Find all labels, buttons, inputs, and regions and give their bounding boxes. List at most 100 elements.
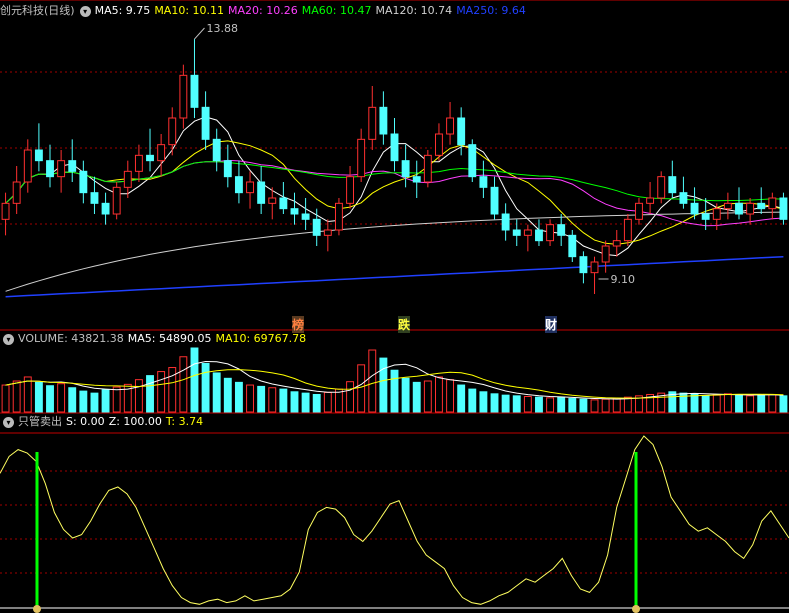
signal-dot — [632, 605, 640, 613]
candle-body — [501, 213, 510, 231]
stock-chart[interactable]: 13.88 9.10 — [0, 0, 789, 613]
volume-bar — [723, 393, 732, 413]
sell-indicator — [0, 435, 789, 613]
candle-body — [34, 149, 43, 162]
volume-bar — [368, 349, 377, 413]
volume-bar — [146, 375, 154, 413]
volume-bar — [435, 376, 443, 413]
volume-bar — [701, 395, 710, 413]
low-price-label: 9.10 — [611, 273, 636, 286]
volume-bar — [568, 398, 577, 413]
candle-body — [212, 138, 221, 162]
volume-bar — [101, 389, 110, 413]
volume-bar — [290, 391, 299, 413]
volume-bar — [757, 394, 766, 413]
candle-body — [357, 138, 366, 178]
volume-bar — [223, 377, 232, 413]
volume-bar — [157, 371, 166, 413]
volume-bar — [1, 384, 10, 413]
candle-body — [290, 208, 299, 215]
volume-bar — [246, 384, 254, 413]
volume-bar — [379, 357, 388, 413]
volume-bar — [546, 397, 555, 413]
high-leader — [194, 27, 205, 40]
candle-body — [90, 192, 99, 204]
candle-body — [568, 234, 577, 258]
volume-bar — [601, 398, 610, 413]
volume-bar — [457, 384, 466, 413]
volume-bar — [357, 364, 366, 413]
volume-bar — [46, 385, 54, 413]
candle-body — [579, 256, 588, 274]
signal-dot — [33, 605, 41, 613]
sell-indicator-line — [0, 435, 789, 605]
candle-body — [635, 202, 643, 220]
event-marker-die[interactable]: 跌 — [398, 316, 411, 333]
candle-body — [412, 176, 421, 183]
candle-body — [257, 181, 266, 204]
candle-body — [423, 154, 432, 183]
volume-bar — [412, 381, 421, 413]
candle-body — [668, 176, 677, 194]
volume-bar — [579, 398, 588, 413]
event-marker-bang[interactable]: 榜 — [292, 316, 305, 333]
candle-body — [390, 133, 399, 162]
candle-body — [346, 176, 354, 204]
volume-bar — [401, 377, 410, 413]
volume-bar — [735, 393, 743, 413]
candle-body — [279, 197, 288, 210]
volume-bar — [390, 369, 399, 413]
candle-body — [679, 192, 688, 204]
volume-bar — [12, 380, 21, 413]
candlestick-series — [1, 27, 788, 294]
candle-body — [446, 117, 455, 135]
volume-bar — [523, 396, 532, 413]
candle-body — [646, 197, 655, 204]
candle-body — [712, 208, 721, 220]
candle-body — [546, 224, 555, 242]
volume-bar — [257, 385, 266, 413]
candle-body — [768, 197, 777, 210]
candle-body — [735, 202, 743, 215]
candle-body — [179, 74, 188, 119]
candle-body — [134, 154, 143, 172]
ma-line-250 — [5, 255, 784, 298]
volume-bar — [479, 391, 488, 413]
candle-body — [123, 170, 132, 188]
candle-body — [435, 133, 443, 156]
candle-body — [334, 202, 343, 231]
candle-body — [1, 202, 10, 220]
volume-bar — [768, 393, 777, 413]
candle-body — [79, 170, 88, 194]
volume-bar — [279, 388, 288, 413]
volume-bar — [323, 391, 332, 413]
candle-body — [112, 186, 121, 215]
candle-body — [190, 74, 199, 108]
volume-bar — [23, 376, 32, 413]
volume-bar — [234, 381, 243, 413]
event-marker-cai[interactable]: 财 — [545, 316, 558, 333]
volume-bar — [623, 396, 632, 413]
candle-body — [468, 144, 477, 178]
volume-bar — [134, 379, 143, 413]
volume-bar — [712, 394, 721, 413]
volume-bar — [179, 356, 188, 413]
candle-body — [234, 176, 243, 194]
volume-bar — [68, 387, 77, 413]
volume-bar — [501, 394, 510, 413]
volume-bar — [779, 395, 788, 413]
volume-bar — [112, 386, 121, 413]
volume-bar — [57, 383, 66, 413]
volume-bar — [346, 381, 354, 413]
volume-bar — [312, 393, 321, 413]
volume-bar — [612, 398, 621, 413]
volume-bar — [79, 390, 88, 413]
candle-body — [101, 202, 110, 215]
candle-body — [701, 213, 710, 220]
volume-bar — [490, 393, 499, 413]
candle-body — [246, 181, 254, 194]
candle-body — [301, 213, 310, 220]
volume-bar — [212, 372, 221, 413]
candle-body — [723, 202, 732, 210]
volume-bar — [590, 399, 599, 413]
